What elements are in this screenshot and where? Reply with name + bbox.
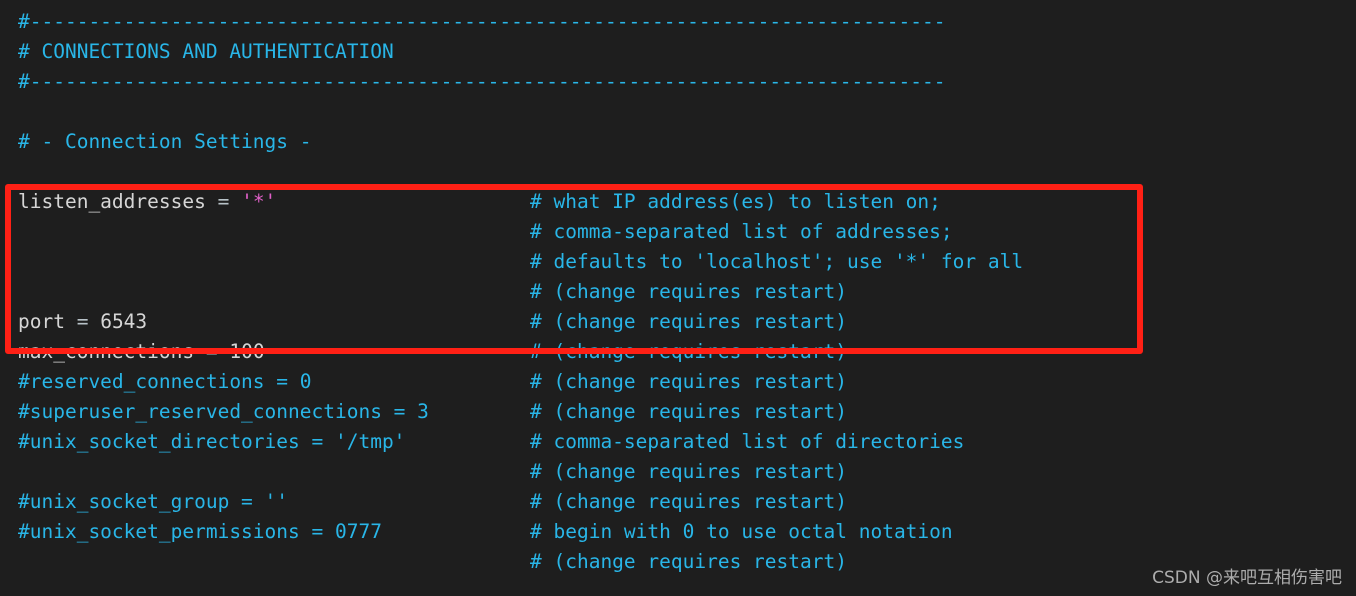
code-line[interactable]: # defaults to 'localhost'; use '*' for a… bbox=[0, 247, 1356, 277]
code-token: #---------------------------------------… bbox=[18, 10, 946, 33]
code-line[interactable] bbox=[0, 157, 1356, 187]
code-token: = bbox=[205, 190, 242, 213]
comment-token: # (change requires restart) bbox=[530, 340, 847, 363]
code-line[interactable]: # comma-separated list of addresses; bbox=[0, 217, 1356, 247]
code-token: max_connections bbox=[18, 340, 195, 363]
comment-token: # (change requires restart) bbox=[530, 280, 847, 303]
code-line-content: #reserved_connections = 0 bbox=[18, 367, 312, 397]
trailing-comment: # (change requires restart) bbox=[530, 337, 847, 367]
code-line-content: max_connections = 100 bbox=[18, 337, 265, 367]
code-line-content: # CONNECTIONS AND AUTHENTICATION bbox=[18, 37, 394, 67]
code-line[interactable]: #reserved_connections = 0 # (change requi… bbox=[0, 367, 1356, 397]
trailing-comment: # (change requires restart) bbox=[530, 277, 847, 307]
trailing-comment: # comma-separated list of addresses; bbox=[530, 217, 953, 247]
trailing-comment: # (change requires restart) bbox=[530, 457, 847, 487]
code-line[interactable]: #---------------------------------------… bbox=[0, 7, 1356, 37]
code-token: 6543 bbox=[100, 310, 148, 333]
code-line[interactable]: #unix_socket_permissions = 0777 # begin w… bbox=[0, 517, 1356, 547]
code-line-content: #---------------------------------------… bbox=[18, 7, 945, 37]
comment-token: # comma-separated list of addresses; bbox=[530, 220, 953, 243]
code-token: #reserved_connections = 0 bbox=[18, 370, 312, 393]
code-line-content: #---------------------------------------… bbox=[18, 67, 945, 97]
comment-token: # (change requires restart) bbox=[530, 400, 847, 423]
code-line[interactable]: #unix_socket_directories = '/tmp' # comma… bbox=[0, 427, 1356, 457]
code-line-content: listen_addresses = '*' bbox=[18, 187, 276, 217]
code-line-content: #unix_socket_group = '' bbox=[18, 487, 288, 517]
comment-token: # begin with 0 to use octal notation bbox=[530, 520, 953, 543]
comment-token: # comma-separated list of directories bbox=[530, 430, 965, 453]
comment-token: # defaults to 'localhost'; use '*' for a… bbox=[530, 250, 1024, 273]
trailing-comment: # (change requires restart) bbox=[530, 397, 847, 427]
code-line[interactable]: max_connections = 100 # (change requires … bbox=[0, 337, 1356, 367]
code-line[interactable]: # CONNECTIONS AND AUTHENTICATION bbox=[0, 37, 1356, 67]
comment-token: # (change requires restart) bbox=[530, 460, 847, 483]
trailing-comment: # (change requires restart) bbox=[530, 487, 847, 517]
code-token: # CONNECTIONS AND AUTHENTICATION bbox=[18, 40, 394, 63]
code-token: #---------------------------------------… bbox=[18, 70, 946, 93]
comment-token: # what IP address(es) to listen on; bbox=[530, 190, 941, 213]
code-token: #unix_socket_directories = '/tmp' bbox=[18, 430, 406, 453]
comment-token: # (change requires restart) bbox=[530, 550, 847, 573]
code-line[interactable]: # - Connection Settings - bbox=[0, 127, 1356, 157]
code-token: = bbox=[64, 310, 101, 333]
code-line-content: #superuser_reserved_connections = 3 bbox=[18, 397, 429, 427]
code-line[interactable]: #---------------------------------------… bbox=[0, 67, 1356, 97]
code-line[interactable]: # (change requires restart) bbox=[0, 457, 1356, 487]
comment-token: # (change requires restart) bbox=[530, 490, 847, 513]
code-line[interactable]: port = 6543 # (change requires restart) bbox=[0, 307, 1356, 337]
code-token: #superuser_reserved_connections = 3 bbox=[18, 400, 429, 423]
code-line-content: # - Connection Settings - bbox=[18, 127, 312, 157]
trailing-comment: # (change requires restart) bbox=[530, 547, 847, 577]
comment-token: # (change requires restart) bbox=[530, 310, 847, 333]
csdn-watermark: CSDN @来吧互相伤害吧 bbox=[1152, 568, 1342, 588]
code-area[interactable]: #---------------------------------------… bbox=[0, 0, 1356, 577]
code-token: #unix_socket_group = '' bbox=[18, 490, 289, 513]
code-line[interactable]: #unix_socket_group = '' # (change require… bbox=[0, 487, 1356, 517]
trailing-comment: # comma-separated list of directories bbox=[530, 427, 964, 457]
code-token: port bbox=[18, 310, 65, 333]
code-line[interactable]: #superuser_reserved_connections = 3 # (ch… bbox=[0, 397, 1356, 427]
code-line[interactable] bbox=[0, 97, 1356, 127]
trailing-comment: # defaults to 'localhost'; use '*' for a… bbox=[530, 247, 1023, 277]
code-line-content: port = 6543 bbox=[18, 307, 147, 337]
code-token: #unix_socket_permissions = 0777 bbox=[18, 520, 382, 543]
trailing-comment: # what IP address(es) to listen on; bbox=[530, 187, 941, 217]
comment-token: # (change requires restart) bbox=[530, 370, 847, 393]
code-line-content: #unix_socket_permissions = 0777 bbox=[18, 517, 382, 547]
code-token: '*' bbox=[241, 190, 277, 213]
code-line-content: #unix_socket_directories = '/tmp' bbox=[18, 427, 405, 457]
code-line[interactable]: listen_addresses = '*' # what IP address(… bbox=[0, 187, 1356, 217]
code-token: # - Connection Settings - bbox=[18, 130, 312, 153]
code-token: listen_addresses bbox=[18, 190, 206, 213]
code-token: 100 bbox=[229, 340, 265, 363]
trailing-comment: # begin with 0 to use octal notation bbox=[530, 517, 953, 547]
code-line[interactable]: # (change requires restart) bbox=[0, 277, 1356, 307]
text-editor-pane[interactable]: #---------------------------------------… bbox=[0, 0, 1356, 596]
trailing-comment: # (change requires restart) bbox=[530, 367, 847, 397]
code-token: = bbox=[194, 340, 230, 363]
trailing-comment: # (change requires restart) bbox=[530, 307, 847, 337]
